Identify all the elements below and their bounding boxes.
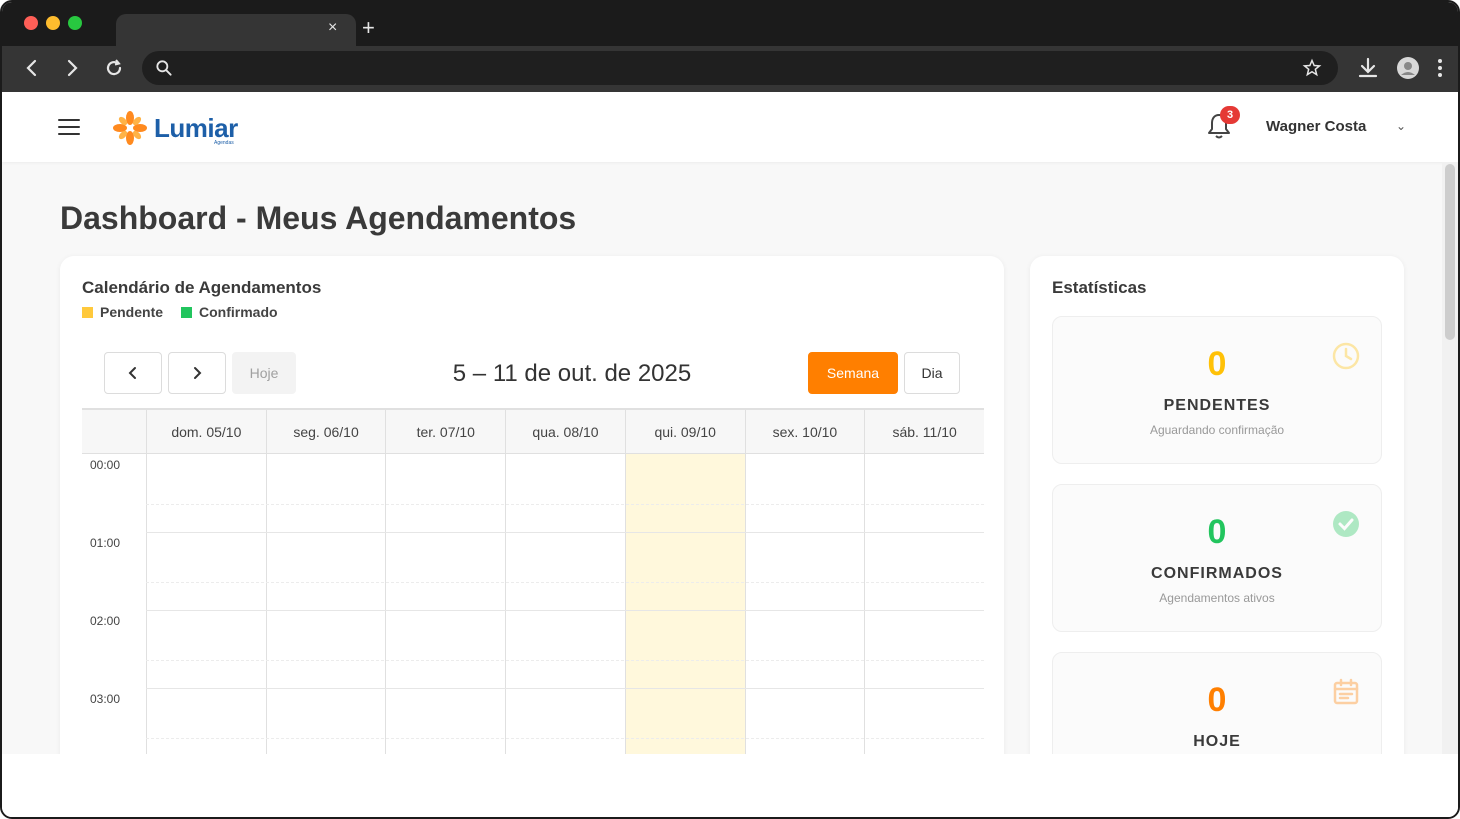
half-hour-line: [146, 738, 984, 739]
chevron-down-icon[interactable]: ⌄: [1396, 119, 1406, 133]
legend-label: Confirmado: [199, 304, 278, 320]
calendar-toolbar: Hoje 5 – 11 de out. de 2025 Semana Dia: [82, 340, 984, 410]
day-header[interactable]: sex. 10/10: [744, 410, 865, 454]
today-button[interactable]: Hoje: [232, 352, 296, 394]
day-column[interactable]: [265, 454, 386, 754]
legend-item-confirmed: Confirmado: [181, 304, 278, 320]
hour-line: [146, 688, 984, 689]
legend-item-pending: Pendente: [82, 304, 163, 320]
day-column[interactable]: [505, 454, 625, 754]
day-header[interactable]: seg. 06/10: [265, 410, 386, 454]
stat-confirmed: 0 CONFIRMADOS Agendamentos ativos: [1052, 484, 1382, 632]
stat-description: Agendamentos ativos: [1159, 591, 1275, 605]
next-week-button[interactable]: [168, 352, 226, 394]
time-slot-label: 01:00: [90, 536, 121, 550]
day-header[interactable]: ter. 07/10: [385, 410, 505, 454]
prev-week-button[interactable]: [104, 352, 162, 394]
address-bar[interactable]: [142, 51, 1338, 85]
day-header[interactable]: qui. 09/10: [624, 410, 745, 454]
legend-swatch-pending: [82, 306, 93, 318]
week-view-button[interactable]: Semana: [808, 352, 898, 394]
calendar-card: Calendário de Agendamentos Pendente Conf…: [60, 256, 1004, 754]
page-scrollbar[interactable]: [1442, 162, 1458, 754]
time-slot-label: 02:00: [90, 614, 121, 628]
clock-icon: [1332, 342, 1360, 370]
chevron-right-icon: [194, 367, 202, 379]
calendar-week-grid: dom. 05/10 seg. 06/10 ter. 07/10 qua. 08/10…: [82, 408, 984, 754]
window-maximize-control[interactable]: [68, 16, 82, 30]
user-name[interactable]: Wagner Costa: [1266, 118, 1366, 135]
day-column[interactable]: [385, 454, 505, 754]
legend-label: Pendente: [100, 304, 164, 320]
time-slot-label: 03:00: [90, 692, 121, 706]
scrollbar-thumb[interactable]: [1445, 164, 1455, 340]
check-circle-icon: [1333, 511, 1359, 537]
half-hour-line: [146, 660, 984, 661]
half-hour-line: [146, 582, 984, 583]
reload-icon[interactable]: [102, 56, 126, 80]
stat-label: HOJE: [1193, 733, 1241, 750]
browser-tab-bar: × +: [2, 2, 1458, 46]
logo-subtitle: Agendas: [214, 140, 234, 146]
back-icon[interactable]: [20, 56, 44, 80]
calendar-header-row: dom. 05/10 seg. 06/10 ter. 07/10 qua. 08/10…: [82, 410, 984, 454]
notification-badge: 3: [1220, 106, 1240, 124]
chevron-left-icon: [128, 367, 136, 379]
calendar-icon: [1333, 678, 1359, 705]
hamburger-menu-icon[interactable]: [58, 119, 80, 135]
browser-toolbar: [2, 46, 1458, 92]
new-tab-icon[interactable]: +: [362, 16, 375, 40]
logo-text: Lumiar: [154, 112, 238, 143]
search-icon: [156, 60, 172, 76]
stat-pending: 0 PENDENTES Aguardando confirmação: [1052, 316, 1382, 464]
statistics-title: Estatísticas: [1052, 278, 1147, 297]
page-content: Lumiar Agendas 3 Wagner Costa ⌄ Dashboar…: [2, 92, 1458, 754]
day-column-today[interactable]: [624, 454, 745, 754]
forward-icon[interactable]: [60, 56, 84, 80]
window-bottom-bar: [2, 754, 1458, 817]
legend-swatch-confirmed: [181, 306, 193, 318]
hour-line: [146, 532, 984, 533]
hour-line: [146, 610, 984, 611]
window-close-control[interactable]: [24, 16, 38, 30]
day-column[interactable]: [864, 454, 984, 754]
tab-close-icon[interactable]: ×: [328, 18, 337, 38]
stat-label: PENDENTES: [1163, 397, 1271, 414]
download-icon[interactable]: [1356, 56, 1380, 80]
calendar-range-title: 5 – 11 de out. de 2025: [452, 360, 692, 387]
page-title: Dashboard - Meus Agendamentos: [60, 200, 577, 236]
day-header[interactable]: qua. 08/10: [505, 410, 625, 454]
browser-menu-icon[interactable]: [1428, 56, 1452, 80]
day-view-button[interactable]: Dia: [904, 352, 960, 394]
calendar-title: Calendário de Agendamentos: [82, 278, 322, 297]
profile-avatar-icon[interactable]: [1396, 56, 1420, 80]
bookmark-star-icon[interactable]: [1302, 58, 1322, 78]
app-header: Lumiar Agendas 3 Wagner Costa ⌄: [2, 92, 1458, 162]
half-hour-line: [146, 504, 984, 505]
day-column[interactable]: [146, 454, 266, 754]
browser-tab[interactable]: [116, 14, 356, 46]
stat-description: Aguardando confirmação: [1149, 423, 1285, 437]
statistics-card: Estatísticas 0 PENDENTES Aguardando conf…: [1030, 256, 1404, 754]
day-header[interactable]: dom. 05/10: [146, 410, 266, 454]
logo-mark-icon: [113, 111, 147, 145]
stat-today: 0 HOJE: [1052, 652, 1382, 754]
app-logo[interactable]: Lumiar Agendas: [112, 110, 238, 146]
stat-label: CONFIRMADOS: [1151, 565, 1283, 582]
calendar-legend: Pendente Confirmado: [82, 304, 296, 320]
time-slot-label: 00:00: [90, 458, 121, 472]
day-header[interactable]: sáb. 11/10: [864, 410, 984, 454]
browser-window: × + Lumiar Agendas 3 Wagner Costa ⌄ Dash…: [0, 0, 1460, 819]
day-column[interactable]: [744, 454, 865, 754]
window-minimize-control[interactable]: [46, 16, 60, 30]
